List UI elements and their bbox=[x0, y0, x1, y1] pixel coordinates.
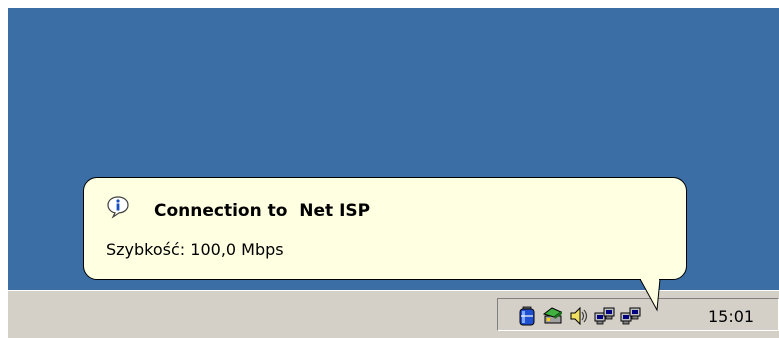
balloon-message: Szybkość: 100,0 Mbps bbox=[106, 240, 284, 259]
balloon-title: Connection to Net ISP bbox=[154, 201, 371, 221]
balloon-tail-joint bbox=[641, 278, 659, 280]
notification-balloon[interactable]: Connection to Net ISP Szybkość: 100,0 Mb… bbox=[83, 177, 687, 280]
info-icon bbox=[107, 196, 129, 219]
balloon-tail bbox=[639, 278, 661, 312]
